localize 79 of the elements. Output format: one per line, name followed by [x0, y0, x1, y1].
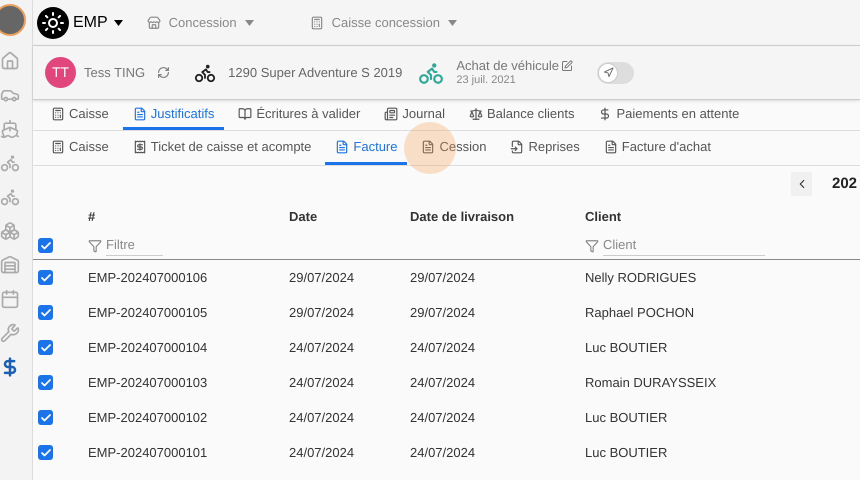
- document-icon: [604, 140, 618, 154]
- tab[interactable]: Écritures à valider: [228, 100, 370, 130]
- import-icon: [510, 140, 524, 154]
- table-cell-text: 24/07/2024: [289, 444, 354, 462]
- checkbox[interactable]: [38, 340, 53, 355]
- checkbox[interactable]: [38, 305, 53, 320]
- document-icon: [132, 106, 147, 120]
- table-cell-text: 24/07/2024: [289, 338, 354, 357]
- vehicle-name: 1290 Super Adventure S 2019: [228, 64, 402, 82]
- table-cell-text: EMP-202407000105: [88, 304, 208, 322]
- table-cell-text: Luc BOUTIER: [585, 444, 668, 462]
- company-dropdown[interactable]: EMP: [73, 10, 123, 34]
- year-label: 202: [832, 174, 858, 194]
- table-cell-text: 24/07/2024: [410, 338, 476, 357]
- tab[interactable]: Facture: [325, 131, 408, 165]
- table-cell-text: EMP-202407000103: [88, 374, 208, 392]
- tab[interactable]: Facture d'achat: [594, 131, 721, 165]
- table-cell-text: 29/07/2024: [410, 304, 476, 322]
- tab[interactable]: Reprises: [500, 131, 590, 165]
- pointer-icon: [602, 67, 614, 78]
- column-header: #: [88, 208, 96, 226]
- checkbox[interactable]: [38, 270, 53, 285]
- tab[interactable]: Cession: [411, 131, 496, 165]
- column-header: Date: [289, 208, 318, 226]
- checkbox[interactable]: [38, 410, 53, 425]
- book-icon: [238, 106, 252, 120]
- filter-icon: [88, 238, 102, 252]
- caret-icon: [448, 20, 457, 26]
- table-cell-text: EMP-202407000101: [88, 444, 208, 462]
- scale-icon: [469, 106, 484, 120]
- customer-name: Tess TING: [84, 64, 146, 82]
- tab[interactable]: Ticket de caisse et acompte: [122, 131, 322, 165]
- toggle-switch[interactable]: [597, 62, 634, 84]
- caret-icon: [114, 20, 123, 26]
- tab[interactable]: Caisse: [41, 100, 119, 130]
- table-cell-text: Raphael POCHON: [585, 304, 694, 322]
- table-cell-text: Romain DURAYSSEIX: [585, 374, 716, 392]
- table-cell-text: 24/07/2024: [410, 374, 476, 392]
- journal-icon: [384, 106, 398, 120]
- tab[interactable]: Justificatifs: [122, 100, 224, 130]
- table-cell-text: 29/07/2024: [410, 268, 476, 287]
- operation-title: Achat de véhicule: [456, 58, 559, 74]
- receipt-icon: [132, 140, 147, 154]
- table-cell-text: 24/07/2024: [410, 444, 476, 462]
- table-cell-text: 29/07/2024: [289, 268, 354, 287]
- document-icon: [335, 140, 350, 154]
- table-cell-text: 24/07/2024: [289, 408, 354, 427]
- filter-icon: [585, 238, 599, 252]
- table-cell-text: 24/07/2024: [289, 374, 354, 392]
- table-cell-text: Luc BOUTIER: [585, 408, 668, 427]
- checkbox[interactable]: [38, 238, 53, 253]
- register-icon: [310, 16, 324, 30]
- company-logo-icon: [37, 6, 69, 38]
- tab[interactable]: Caisse: [41, 131, 119, 165]
- tab[interactable]: Paiements en attente: [588, 100, 750, 130]
- register-icon: [51, 106, 65, 120]
- edit-icon[interactable]: [561, 60, 573, 72]
- table-cell-text: EMP-202407000106: [88, 268, 208, 287]
- checkbox[interactable]: [38, 375, 53, 390]
- document-icon: [421, 140, 436, 154]
- table-cell-text: 29/07/2024: [289, 304, 354, 322]
- store-icon: [146, 16, 161, 30]
- table-cell-text: Luc BOUTIER: [585, 338, 668, 357]
- table-cell-text: Nelly RODRIGUES: [585, 268, 696, 287]
- checkbox[interactable]: [38, 445, 53, 460]
- customer-avatar: TT: [45, 57, 76, 88]
- table-cell-text: EMP-202407000104: [88, 338, 208, 357]
- caret-icon: [244, 20, 254, 26]
- avatar[interactable]: [0, 4, 26, 36]
- register-icon: [51, 140, 65, 154]
- table-cell-text: EMP-202407000102: [88, 408, 208, 427]
- previous-button[interactable]: [791, 172, 812, 196]
- operation-date: 23 juil. 2021: [456, 74, 517, 88]
- refresh-icon[interactable]: [157, 66, 170, 79]
- tab[interactable]: Balance clients: [459, 100, 584, 130]
- column-header: Client: [585, 208, 622, 226]
- column-header: Date de livraison: [410, 208, 514, 226]
- tab[interactable]: Journal: [374, 100, 456, 130]
- table-cell-text: 24/07/2024: [410, 408, 476, 427]
